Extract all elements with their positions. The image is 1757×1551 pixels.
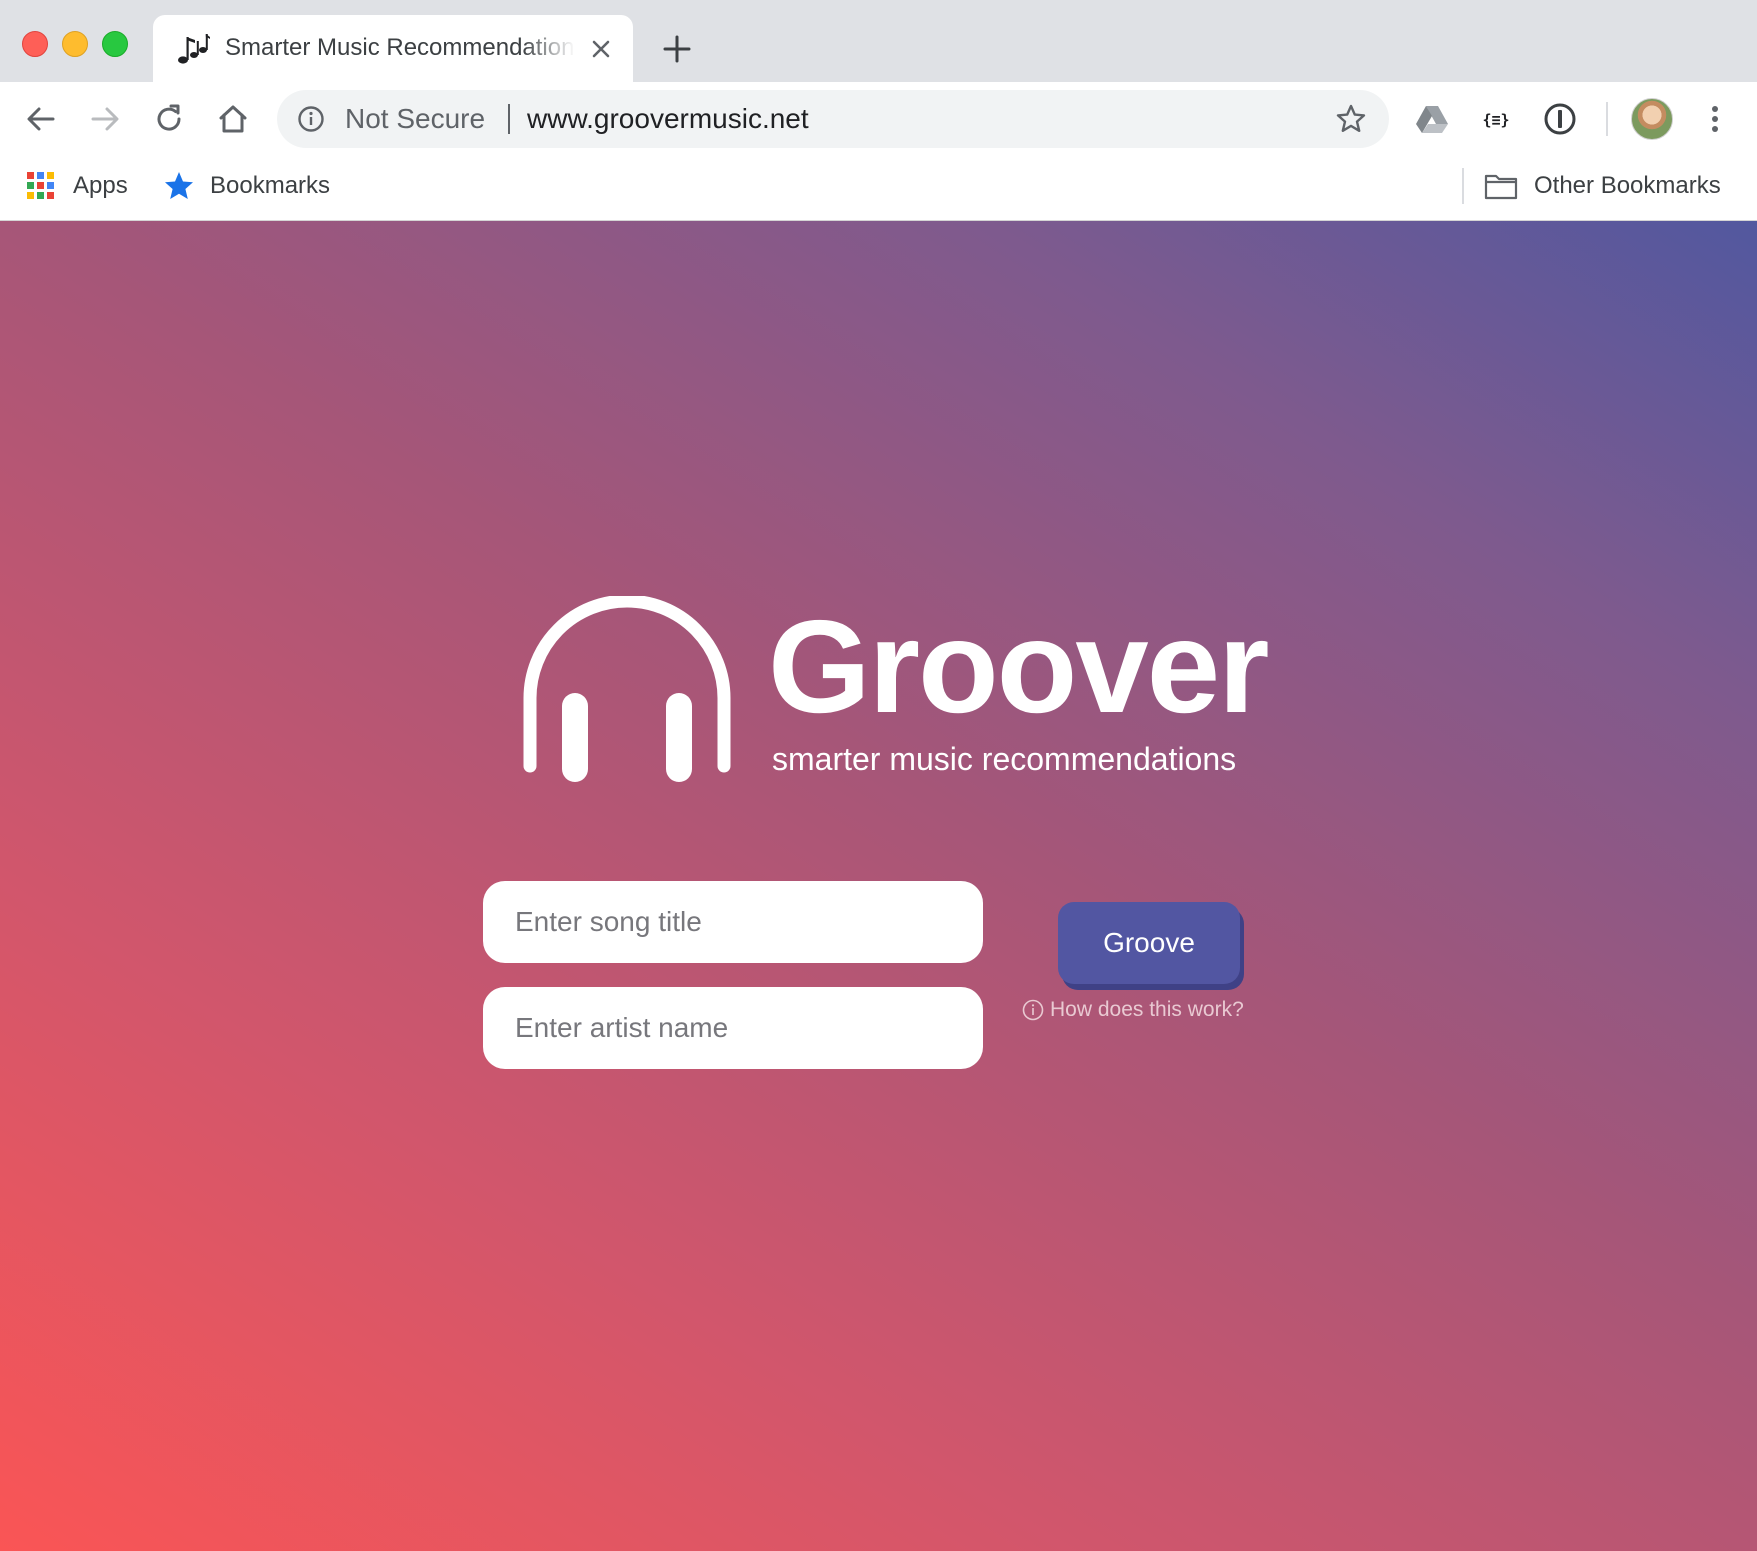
tab-strip: Smarter Music Recommendations [0, 0, 1757, 82]
tab-title: Smarter Music Recommendations [225, 34, 575, 61]
apps-label: Apps [73, 172, 128, 199]
folder-icon [1484, 174, 1518, 200]
other-bookmarks-folder[interactable]: Other Bookmarks [1484, 166, 1721, 206]
groove-button[interactable]: Groove [1058, 902, 1240, 984]
google-drive-icon[interactable] [1413, 100, 1451, 138]
reload-icon[interactable] [150, 100, 188, 138]
brand-name: Groover [768, 593, 1269, 740]
profile-avatar[interactable] [1631, 98, 1673, 140]
close-window-button[interactable] [22, 31, 48, 57]
minimize-window-button[interactable] [62, 31, 88, 57]
menu-icon[interactable] [1700, 100, 1730, 138]
page-content: Groover smarter music recommendations Gr… [0, 221, 1757, 1551]
how-it-works-label: How does this work? [1050, 998, 1244, 1021]
close-icon[interactable] [589, 37, 613, 61]
toolbar-separator [1606, 102, 1608, 136]
artist-name-input[interactable] [483, 987, 983, 1069]
address-bar[interactable]: Not Secure www.groovermusic.net [277, 90, 1389, 148]
headphones-icon [523, 596, 731, 782]
forward-icon[interactable] [86, 100, 124, 138]
info-icon[interactable] [297, 105, 325, 133]
new-tab-icon[interactable] [662, 34, 692, 64]
password-manager-icon[interactable] [1541, 100, 1579, 138]
apps-shortcut[interactable]: Apps [27, 166, 128, 206]
omnibox-divider [508, 104, 510, 134]
bookmarks-bar: Apps Bookmarks Other Bookmarks [0, 156, 1757, 221]
how-it-works-link[interactable]: How does this work? [1022, 998, 1244, 1022]
brand-tagline: smarter music recommendations [772, 741, 1237, 777]
other-bookmarks-label: Other Bookmarks [1534, 172, 1721, 199]
music-notes-icon [178, 34, 210, 64]
bookmark-star-icon [165, 172, 193, 199]
bookmarks-separator [1462, 168, 1464, 204]
info-circle-icon [1022, 999, 1044, 1021]
security-label[interactable]: Not Secure [345, 103, 485, 135]
back-icon[interactable] [22, 100, 60, 138]
home-icon[interactable] [214, 100, 252, 138]
star-icon[interactable] [1335, 103, 1367, 135]
bookmarks-folder[interactable]: Bookmarks [164, 166, 330, 206]
svg-text:{≡}: {≡} [1482, 111, 1509, 129]
bookmarks-label: Bookmarks [210, 172, 331, 199]
browser-toolbar: Not Secure www.groovermusic.net {≡} [0, 82, 1757, 156]
apps-grid-icon [27, 172, 54, 199]
tab-active[interactable]: Smarter Music Recommendations [153, 15, 633, 82]
json-formatter-icon[interactable]: {≡} [1477, 100, 1515, 138]
song-title-input[interactable] [483, 881, 983, 963]
maximize-window-button[interactable] [102, 31, 128, 57]
url-text[interactable]: www.groovermusic.net [527, 103, 809, 135]
